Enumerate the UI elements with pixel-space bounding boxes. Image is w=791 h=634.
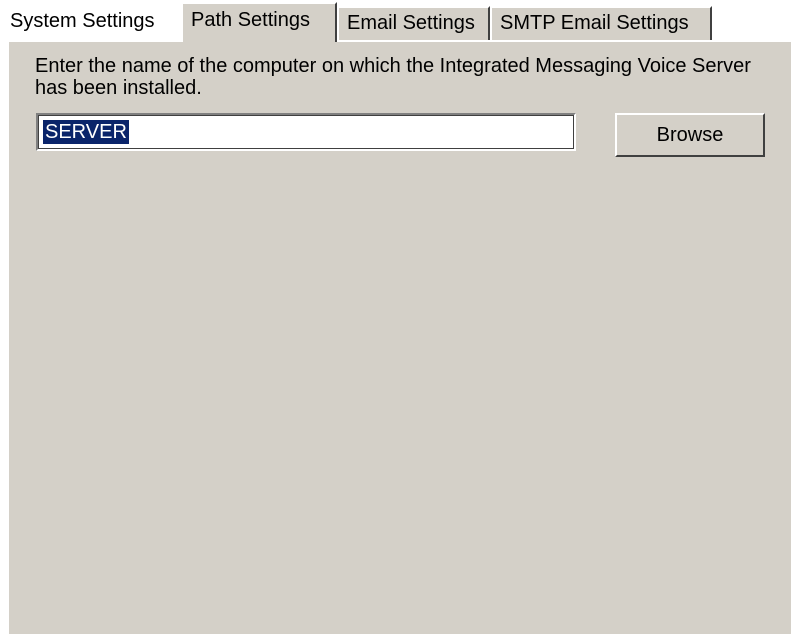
tab-system-settings[interactable]: System Settings [0, 6, 181, 40]
settings-window: System Settings Path Settings Email Sett… [0, 0, 791, 634]
tab-label: System Settings [10, 10, 155, 32]
tab-smtp-email-settings[interactable]: SMTP Email Settings [490, 6, 712, 40]
tab-label: Email Settings [347, 12, 475, 34]
tab-email-settings[interactable]: Email Settings [337, 6, 490, 40]
server-name-value: SERVER [43, 120, 129, 144]
tab-label: SMTP Email Settings [500, 12, 689, 34]
browse-button[interactable]: Browse [615, 113, 765, 157]
tab-path-settings[interactable]: Path Settings [181, 2, 337, 42]
server-prompt-text: Enter the name of the computer on which … [35, 55, 751, 99]
tab-label: Path Settings [191, 9, 310, 31]
tab-strip: System Settings Path Settings Email Sett… [0, 0, 791, 42]
server-name-input[interactable]: SERVER [36, 113, 576, 151]
